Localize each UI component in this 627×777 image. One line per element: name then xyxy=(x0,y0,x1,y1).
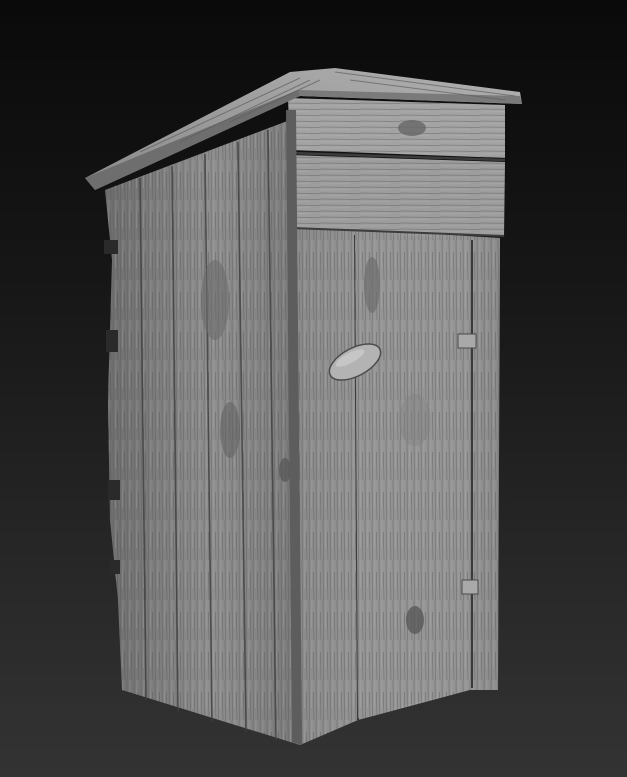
viewport-canvas[interactable] xyxy=(0,0,627,777)
header-planks xyxy=(288,98,506,237)
outhouse-model xyxy=(85,68,522,745)
door xyxy=(355,232,479,718)
